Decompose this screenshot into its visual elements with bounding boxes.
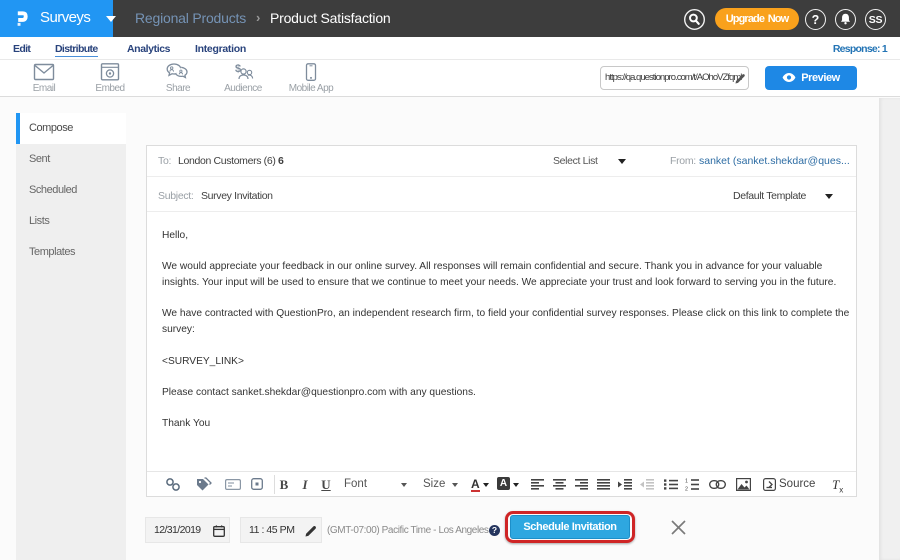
svg-text:1: 1 <box>685 479 688 485</box>
svg-text:$: $ <box>235 63 241 75</box>
svg-text:2: 2 <box>685 487 688 491</box>
